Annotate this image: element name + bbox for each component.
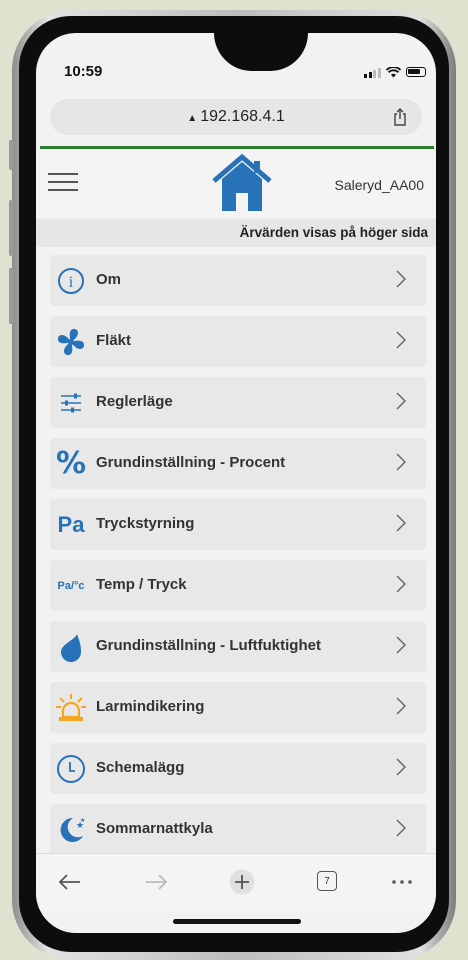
info-bar: Ärvärden visas på höger sida (36, 219, 436, 247)
address-bar[interactable]: ▲ 192.168.4.1 (50, 99, 422, 135)
temp-pressure-icon: Pa/°c (54, 569, 88, 603)
menu-item-sommarnattkyla[interactable]: ★ ★ Sommarnattkyla (50, 804, 426, 855)
status-icons (364, 65, 426, 79)
tabs-count-icon: 7 (317, 871, 337, 891)
chevron-right-icon (396, 575, 406, 593)
alarm-light-icon (54, 691, 88, 725)
chevron-right-icon (396, 392, 406, 410)
clock-icon (54, 752, 88, 786)
svg-text:i: i (69, 274, 74, 291)
menu-item-label: Om (96, 271, 122, 288)
chevron-right-icon (396, 514, 406, 532)
menu-item-label: Schemalägg (96, 759, 185, 776)
home-icon[interactable] (210, 153, 274, 213)
status-time: 10:59 (64, 63, 103, 80)
camera-notch (214, 33, 308, 71)
percent-icon: % (54, 447, 88, 481)
menu-item-label: Fläkt (96, 332, 132, 349)
sliders-icon (54, 386, 88, 420)
moon-stars-icon: ★ ★ (54, 813, 88, 847)
volume-down-button (9, 268, 13, 324)
menu-item-tryckstyrning[interactable]: Pa Tryckstyrning (50, 499, 426, 550)
tabs-count-button[interactable]: 7 (314, 868, 342, 896)
menu-item-label: Tryckstyrning (96, 515, 195, 532)
chevron-right-icon (396, 270, 406, 288)
menu-item-label: Larmindikering (96, 698, 205, 715)
pressure-glyph: Pa (57, 512, 85, 537)
chevron-right-icon (396, 453, 406, 471)
percent-glyph: % (55, 446, 87, 481)
menu-item-reglerlage[interactable]: Reglerläge (50, 377, 426, 428)
menu-item-temp-tryck[interactable]: Pa/°c Temp / Tryck (50, 560, 426, 611)
menu-item-grundinstallning-procent[interactable]: % Grundinställning - Procent (50, 438, 426, 489)
url-value: 192.168.4.1 (200, 108, 285, 125)
info-icon: i (54, 264, 88, 298)
menu-item-grundinstallning-luftfuktighet[interactable]: Grundinställning - Luftfuktighet (50, 621, 426, 672)
mute-switch (9, 140, 13, 170)
pressure-icon: Pa (54, 508, 88, 542)
more-options-icon[interactable] (388, 868, 416, 896)
menu-item-schemalagg[interactable]: Schemalägg (50, 743, 426, 794)
home-indicator[interactable] (173, 919, 301, 924)
browser-toolbar: 7 (36, 853, 436, 910)
volume-up-button (9, 200, 13, 256)
chevron-right-icon (396, 819, 406, 837)
wifi-icon (385, 66, 401, 77)
menu-item-flakt[interactable]: Fläkt (50, 316, 426, 367)
app-header: Saleryd_AA00 (36, 149, 436, 217)
menu-item-larmindikering[interactable]: Larmindikering (50, 682, 426, 733)
settings-menu: i Om Fläkt Reglerläge % Grundinställning… (50, 255, 426, 865)
url-text: ▲ 192.168.4.1 (50, 108, 422, 126)
chevron-right-icon (396, 758, 406, 776)
menu-item-label: Grundinställning - Procent (96, 454, 286, 471)
battery-icon (405, 67, 426, 77)
info-note: Ärvärden visas på höger sida (239, 225, 428, 240)
menu-item-label: Temp / Tryck (96, 576, 187, 593)
phone-screen: 10:59 ▲ 192.168.4.1 Saleryd_AA00 Ärvärde… (36, 33, 436, 933)
droplet-icon (54, 630, 88, 664)
new-tab-plus-icon[interactable] (228, 868, 256, 896)
chevron-right-icon (396, 697, 406, 715)
chevron-right-icon (396, 636, 406, 654)
share-icon[interactable] (390, 107, 410, 127)
lock-icon: ▲ (187, 113, 198, 124)
menu-item-label: Sommarnattkyla (96, 820, 213, 837)
device-name: Saleryd_AA00 (334, 177, 424, 193)
back-arrow-icon[interactable] (56, 868, 84, 896)
menu-item-label: Reglerläge (96, 393, 173, 410)
menu-item-om[interactable]: i Om (50, 255, 426, 306)
menu-item-label: Grundinställning - Luftfuktighet (96, 637, 321, 654)
hamburger-menu-icon[interactable] (48, 173, 78, 193)
signal-icon (364, 67, 381, 78)
fan-icon (54, 325, 88, 359)
svg-text:★: ★ (80, 817, 85, 824)
chevron-right-icon (396, 331, 406, 349)
forward-arrow-icon[interactable] (142, 868, 170, 896)
temp-pressure-glyph: Pa/°c (57, 580, 85, 592)
